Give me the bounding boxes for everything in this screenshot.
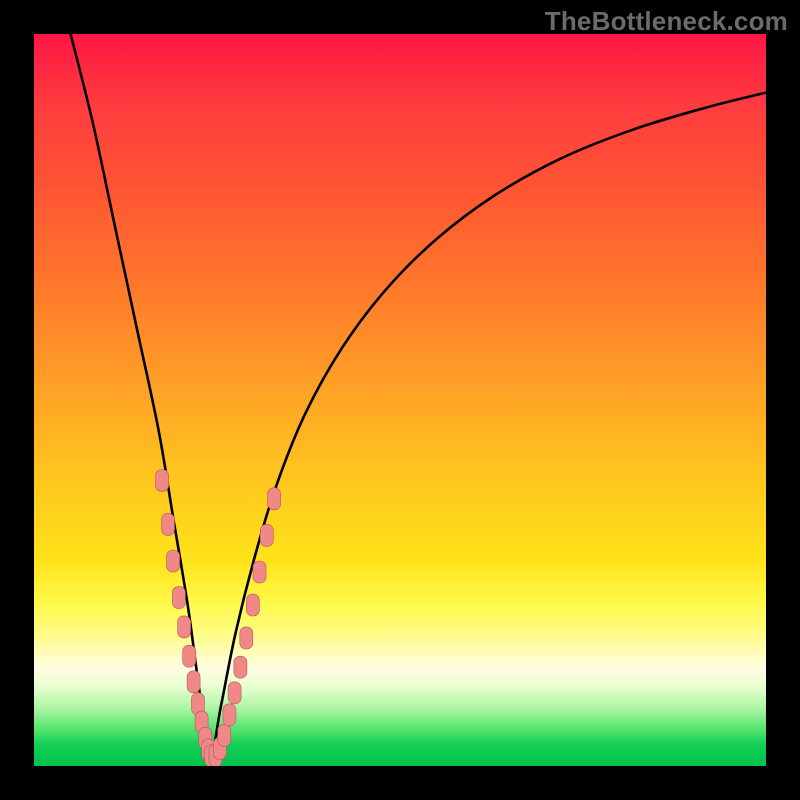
data-marker <box>167 550 180 572</box>
curve-path <box>71 34 766 759</box>
data-marker <box>240 627 253 649</box>
data-marker <box>187 671 200 693</box>
data-marker <box>223 704 236 726</box>
data-marker <box>228 682 241 704</box>
bottleneck-curve <box>34 34 766 766</box>
data-marker <box>246 594 259 616</box>
data-marker <box>162 513 175 535</box>
watermark-text: TheBottleneck.com <box>545 6 788 37</box>
data-marker <box>218 724 231 746</box>
plot-area <box>34 34 766 766</box>
data-marker <box>178 616 191 638</box>
data-marker <box>260 524 273 546</box>
data-marker <box>268 488 281 510</box>
data-marker <box>234 656 247 678</box>
data-marker <box>253 561 266 583</box>
data-marker <box>172 587 185 609</box>
data-marker <box>156 470 169 492</box>
data-marker <box>183 645 196 667</box>
chart-frame: TheBottleneck.com <box>0 0 800 800</box>
